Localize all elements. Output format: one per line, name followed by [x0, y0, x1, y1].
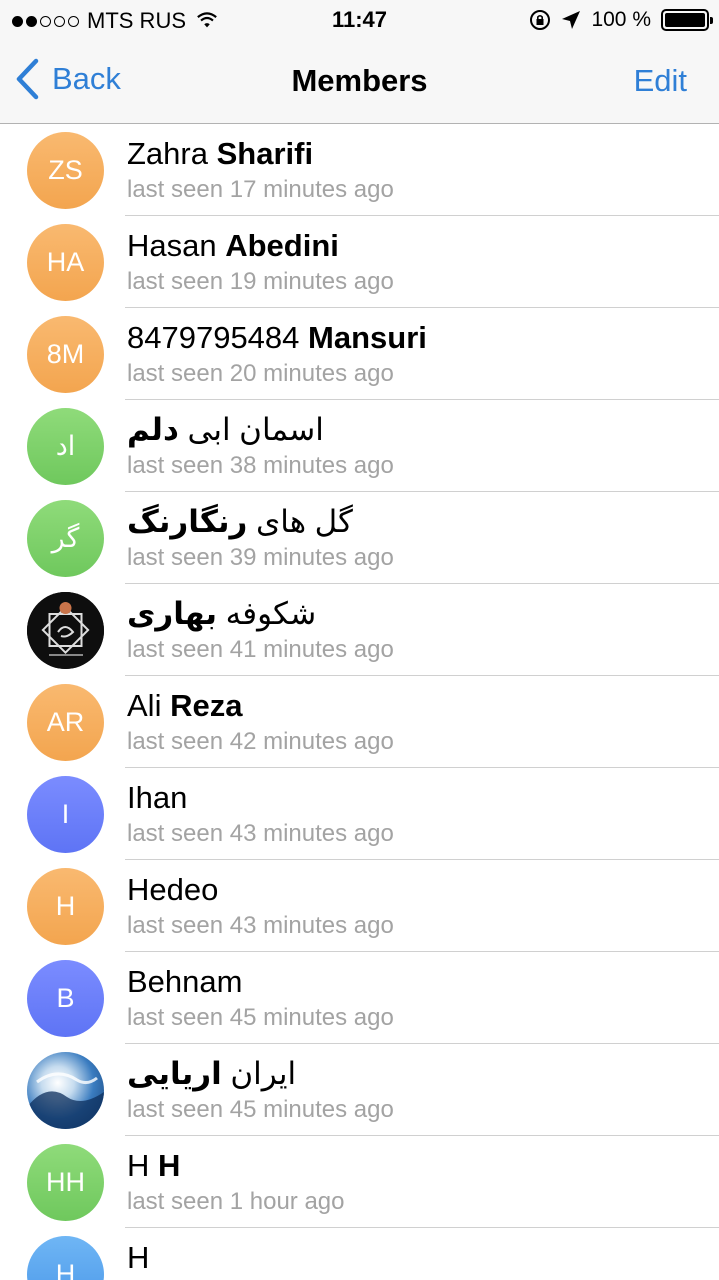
- member-last-seen: last seen 41 minutes ago: [127, 636, 394, 663]
- battery-icon: [661, 9, 713, 31]
- avatar: HA: [27, 224, 104, 301]
- member-last-name: بهاری: [127, 596, 218, 631]
- member-row[interactable]: شکوفه بهاری last seen 41 minutes ago: [0, 584, 719, 676]
- member-name: H: [127, 1240, 149, 1276]
- avatar: 8M: [27, 316, 104, 393]
- member-last-name: دلم: [127, 412, 179, 447]
- location-arrow-icon: [562, 11, 581, 29]
- member-last-name: Abedini: [225, 228, 339, 263]
- page-title: Members: [291, 63, 428, 98]
- member-last-seen: last seen 43 minutes ago: [127, 912, 394, 939]
- member-row[interactable]: گر گل های رنگارنگ last seen 39 minutes ago: [0, 492, 719, 584]
- avatar: ZS: [27, 132, 104, 209]
- member-first-name: شکوفه: [225, 596, 317, 631]
- member-row[interactable]: HH: [0, 1228, 719, 1280]
- member-last-seen: last seen 45 minutes ago: [127, 1096, 394, 1123]
- avatar: AR: [27, 684, 104, 761]
- member-name: Ali Reza: [127, 688, 242, 724]
- member-row[interactable]: HA Hasan Abedini last seen 19 minutes ago: [0, 216, 719, 308]
- member-first-name: Ihan: [127, 780, 188, 815]
- member-row[interactable]: I Ihan last seen 43 minutes ago: [0, 768, 719, 860]
- member-row[interactable]: AR Ali Reza last seen 42 minutes ago: [0, 676, 719, 768]
- avatar: H: [27, 868, 104, 945]
- battery-percent: 100 %: [591, 8, 651, 31]
- avatar-initials: گر: [51, 523, 80, 553]
- avatar: H: [27, 1236, 104, 1280]
- member-last-seen: last seen 39 minutes ago: [127, 544, 394, 571]
- member-name: Behnam: [127, 964, 242, 1000]
- avatar: [27, 1052, 104, 1129]
- member-first-name: ایران: [230, 1056, 297, 1091]
- avatar-initials: I: [61, 799, 70, 829]
- edit-button[interactable]: Edit: [634, 63, 687, 99]
- avatar-initials: HH: [46, 1167, 85, 1197]
- profile-photo-icon: [27, 1072, 104, 1129]
- member-name: H H: [127, 1148, 180, 1184]
- member-name: شکوفه بهاری: [127, 596, 316, 632]
- member-first-name: H: [127, 1240, 150, 1275]
- avatar-initials: اد: [55, 431, 76, 461]
- member-last-seen: last seen 19 minutes ago: [127, 268, 394, 295]
- member-name: 8479795484 Mansuri: [127, 320, 427, 356]
- member-first-name: Hasan: [127, 228, 217, 263]
- member-name: Hedeo: [127, 872, 218, 908]
- avatar: [27, 592, 104, 669]
- member-last-name: Mansuri: [308, 320, 427, 355]
- member-last-name: رنگارنگ: [127, 504, 248, 539]
- status-bar: MTS RUS 11:47 100 %: [0, 0, 719, 40]
- member-first-name: 8479795484: [127, 320, 300, 355]
- member-last-seen: last seen 17 minutes ago: [127, 176, 394, 203]
- member-name: اسمان ابی دلم: [127, 412, 324, 448]
- avatar: I: [27, 776, 104, 853]
- member-last-name: Reza: [170, 688, 243, 723]
- member-first-name: Hedeo: [127, 872, 219, 907]
- member-last-seen: last seen 1 hour ago: [127, 1188, 345, 1215]
- member-name: Ihan: [127, 780, 187, 816]
- member-last-seen: last seen 20 minutes ago: [127, 360, 394, 387]
- member-name: گل های رنگارنگ: [127, 504, 353, 540]
- member-first-name: H: [127, 1148, 150, 1183]
- member-last-seen: last seen 45 minutes ago: [127, 1004, 394, 1031]
- member-last-name: اریایی: [127, 1056, 222, 1091]
- member-list: ZS Zahra Sharifi last seen 17 minutes ago H…: [0, 124, 719, 1280]
- status-bar-right: 100 %: [529, 8, 713, 32]
- member-row[interactable]: اد اسمان ابی دلم last seen 38 minutes ago: [0, 400, 719, 492]
- member-first-name: اسمان ابی: [187, 412, 324, 447]
- avatar: B: [27, 960, 104, 1037]
- member-row[interactable]: ایران اریایی last seen 45 minutes ago: [0, 1044, 719, 1136]
- avatar-initials: H: [55, 891, 76, 921]
- member-first-name: Zahra: [127, 136, 208, 171]
- avatar-initials: AR: [46, 707, 85, 737]
- avatar-initials: B: [56, 983, 75, 1013]
- member-row[interactable]: 8M 8479795484 Mansuri last seen 20 minutes…: [0, 308, 719, 400]
- avatar-initials: ZS: [48, 155, 83, 185]
- navigation-bar: Back Members Edit: [0, 40, 719, 124]
- member-row[interactable]: B Behnam last seen 45 minutes ago: [0, 952, 719, 1044]
- avatar-initials: HA: [46, 247, 85, 277]
- avatar: HH: [27, 1144, 104, 1221]
- member-first-name: گل های: [256, 504, 353, 539]
- member-last-name: Sharifi: [216, 136, 314, 171]
- avatar-initials: 8M: [46, 339, 85, 369]
- avatar: اد: [27, 408, 104, 485]
- member-last-seen: last seen 38 minutes ago: [127, 452, 394, 479]
- member-name: Zahra Sharifi: [127, 136, 313, 172]
- avatar-initials: H: [55, 1259, 76, 1280]
- member-row[interactable]: H Hedeo last seen 43 minutes ago: [0, 860, 719, 952]
- member-row[interactable]: ZS Zahra Sharifi last seen 17 minutes ago: [0, 124, 719, 216]
- avatar: گر: [27, 500, 104, 577]
- member-last-seen: last seen 43 minutes ago: [127, 820, 394, 847]
- member-last-seen: last seen 42 minutes ago: [127, 728, 394, 755]
- member-first-name: Ali: [127, 688, 162, 723]
- member-row[interactable]: HH H Hlast seen 1 hour ago: [0, 1136, 719, 1228]
- member-last-name: H: [158, 1148, 181, 1183]
- member-name: Hasan Abedini: [127, 228, 339, 264]
- member-name: ایران اریایی: [127, 1056, 296, 1092]
- member-first-name: Behnam: [127, 964, 243, 999]
- profile-photo-icon: [27, 592, 104, 669]
- rotation-lock-icon: [530, 10, 551, 30]
